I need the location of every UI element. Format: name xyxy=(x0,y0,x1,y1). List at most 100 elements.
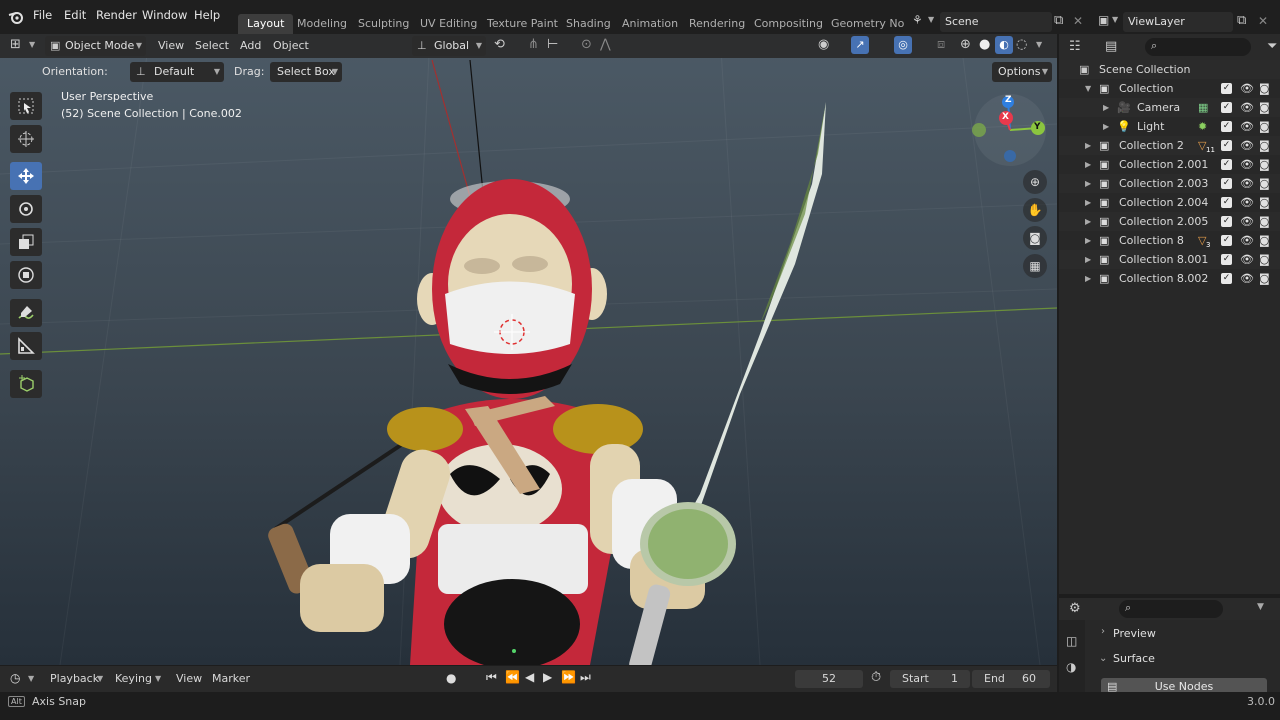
xray-icon[interactable]: ⧈ xyxy=(937,37,945,52)
outliner-row[interactable]: ▶ ▣ Collection 2.001 ✓ 👁 ◙ xyxy=(1059,155,1280,174)
render-camera-icon[interactable]: ◙ xyxy=(1259,269,1270,288)
world-tab-icon[interactable]: ◑ xyxy=(1066,660,1076,674)
start-frame-field[interactable]: Start 1 xyxy=(890,670,970,688)
material-tab-icon[interactable]: ◫ xyxy=(1066,634,1077,648)
cursor-tool[interactable] xyxy=(10,125,42,153)
annotate-tool[interactable] xyxy=(10,299,42,327)
transform-orientation-select[interactable]: ⊥ Global ▼ xyxy=(412,36,486,56)
menu-render[interactable]: Render xyxy=(96,8,137,22)
surface-panel-label[interactable]: Surface xyxy=(1113,652,1155,665)
record-icon[interactable]: ● xyxy=(446,671,456,685)
tab-texture-paint[interactable]: Texture Paint xyxy=(478,14,567,34)
material-shading-icon[interactable]: ◐ xyxy=(995,36,1013,54)
camera-view-icon[interactable]: ◙ xyxy=(1023,226,1047,250)
timeline-editor-icon[interactable]: ◷ xyxy=(10,671,20,685)
properties-search-input[interactable]: ⌕ xyxy=(1119,600,1223,618)
menu-marker[interactable]: Marker xyxy=(212,672,250,685)
gizmo-toggle-icon[interactable]: ↗ xyxy=(851,36,869,54)
render-camera-icon[interactable]: ◙ xyxy=(1259,250,1270,269)
render-camera-icon[interactable]: ◙ xyxy=(1259,212,1270,231)
eye-icon[interactable]: 👁 xyxy=(1240,136,1254,155)
scene-name-field[interactable]: Scene xyxy=(940,12,1052,32)
menu-file[interactable]: File xyxy=(33,8,52,22)
eye-icon[interactable]: 👁 xyxy=(1240,155,1254,174)
exclude-checkbox[interactable]: ✓ xyxy=(1221,273,1232,284)
eye-icon[interactable]: 👁 xyxy=(1240,231,1254,250)
exclude-checkbox[interactable]: ✓ xyxy=(1221,121,1232,132)
play-icon[interactable]: ▶ xyxy=(543,670,552,684)
tab-uv-editing[interactable]: UV Editing xyxy=(411,14,486,34)
menu-playback[interactable]: Playback xyxy=(50,672,99,685)
exclude-checkbox[interactable]: ✓ xyxy=(1221,178,1232,189)
zoom-icon[interactable]: ⊕ xyxy=(1023,170,1047,194)
render-camera-icon[interactable]: ◙ xyxy=(1259,193,1270,212)
wireframe-shading-icon[interactable]: ⊕ xyxy=(960,37,971,52)
options-dropdown[interactable]: Options ▼ xyxy=(992,62,1052,82)
exclude-checkbox[interactable]: ✓ xyxy=(1221,197,1232,208)
tab-rendering[interactable]: Rendering xyxy=(680,14,754,34)
display-mode-icon[interactable]: ▤ xyxy=(1105,39,1117,54)
mode-select[interactable]: ▣ Object Mode ▼ xyxy=(45,36,146,56)
render-camera-icon[interactable]: ◙ xyxy=(1259,174,1270,193)
blender-logo-icon[interactable] xyxy=(8,10,24,24)
properties-editor-icon[interactable]: ⚙ xyxy=(1069,601,1081,616)
prev-keyframe-icon[interactable]: ⏪ xyxy=(505,670,520,684)
chevron-right-icon[interactable]: ▶ xyxy=(1085,250,1091,269)
scene-selector[interactable]: ⚘ ▼ Scene ⧉ ✕ xyxy=(910,12,1092,32)
chevron-right-icon[interactable]: ▶ xyxy=(1085,136,1091,155)
exclude-checkbox[interactable]: ✓ xyxy=(1221,140,1232,151)
viewlayer-selector[interactable]: ▣ ▼ ViewLayer ⧉ ✕ xyxy=(1096,12,1280,32)
outliner-row[interactable]: ▶ ▣ Collection 8 ▽ 3 ✓ 👁 ◙ xyxy=(1059,231,1280,250)
eye-icon[interactable]: 👁 xyxy=(1240,212,1254,231)
current-frame-field[interactable]: 52 xyxy=(795,670,863,688)
play-reverse-icon[interactable]: ◀ xyxy=(525,670,534,684)
tab-layout[interactable]: Layout xyxy=(238,14,294,34)
outliner-row[interactable]: ▶ ▣ Collection 2 ▽ 11 ✓ 👁 ◙ xyxy=(1059,136,1280,155)
exclude-checkbox[interactable]: ✓ xyxy=(1221,254,1232,265)
menu-view[interactable]: View xyxy=(158,39,184,52)
new-scene-icon[interactable]: ⧉ xyxy=(1054,13,1063,28)
chevron-right-icon[interactable]: ▶ xyxy=(1085,212,1091,231)
preview-panel-label[interactable]: Preview xyxy=(1113,627,1156,640)
render-camera-icon[interactable]: ◙ xyxy=(1259,98,1270,117)
menu-keying[interactable]: Keying xyxy=(115,672,152,685)
outliner-row[interactable]: ▶ ▣ Collection 2.005 ✓ 👁 ◙ xyxy=(1059,212,1280,231)
render-camera-icon[interactable]: ◙ xyxy=(1259,136,1270,155)
render-camera-icon[interactable]: ◙ xyxy=(1259,79,1270,98)
chevron-down-icon[interactable]: ▼ xyxy=(1257,602,1264,612)
tab-sculpting[interactable]: Sculpting xyxy=(349,14,418,34)
filter-icon[interactable]: ⏷ xyxy=(1267,39,1277,54)
measure-tool[interactable] xyxy=(10,332,42,360)
orientation-option-select[interactable]: ⊥ Default ▼ xyxy=(130,62,224,82)
chevron-right-icon[interactable]: ▶ xyxy=(1085,269,1091,288)
exclude-checkbox[interactable]: ✓ xyxy=(1221,235,1232,246)
eye-icon[interactable]: 👁 xyxy=(1240,79,1254,98)
outliner-row[interactable]: ▶ 🎥 Camera ▦ ✓ 👁 ◙ xyxy=(1059,98,1280,117)
snap-target-icon[interactable]: ⊢ xyxy=(547,37,558,52)
eye-icon[interactable]: 👁 xyxy=(1240,269,1254,288)
rotate-tool[interactable] xyxy=(10,195,42,223)
proportional-edit-icon[interactable]: ⊙ xyxy=(581,37,592,52)
outliner-row[interactable]: ▶ 💡 Light ✹ ✓ 👁 ◙ xyxy=(1059,117,1280,136)
eye-icon[interactable]: 👁 xyxy=(1240,193,1254,212)
menu-help[interactable]: Help xyxy=(194,8,220,22)
select-box-tool[interactable] xyxy=(10,92,42,120)
menu-add[interactable]: Add xyxy=(240,39,261,52)
tab-animation[interactable]: Animation xyxy=(613,14,687,34)
close-icon[interactable]: ✕ xyxy=(1073,14,1083,28)
outliner-search-input[interactable]: ⌕ xyxy=(1145,38,1251,56)
outliner-row[interactable]: ▶ ▣ Collection 8.002 ✓ 👁 ◙ xyxy=(1059,269,1280,288)
menu-object[interactable]: Object xyxy=(273,39,309,52)
navigation-gizmo[interactable]: Z X Y xyxy=(968,92,1052,172)
tab-compositing[interactable]: Compositing xyxy=(745,14,832,34)
menu-edit[interactable]: Edit xyxy=(64,8,86,22)
jump-start-icon[interactable]: ⏮ xyxy=(486,670,497,685)
scale-tool[interactable] xyxy=(10,228,42,256)
transform-tool[interactable] xyxy=(10,261,42,289)
editor-type-icon[interactable]: ⊞ xyxy=(10,37,21,52)
render-camera-icon[interactable]: ◙ xyxy=(1259,155,1270,174)
tab-shading[interactable]: Shading xyxy=(557,14,620,34)
outliner-row[interactable]: ▶ ▣ Collection 2.003 ✓ 👁 ◙ xyxy=(1059,174,1280,193)
outliner-row[interactable]: ▶ ▣ Collection 2.004 ✓ 👁 ◙ xyxy=(1059,193,1280,212)
stopwatch-icon[interactable]: ⏱ xyxy=(871,670,881,685)
